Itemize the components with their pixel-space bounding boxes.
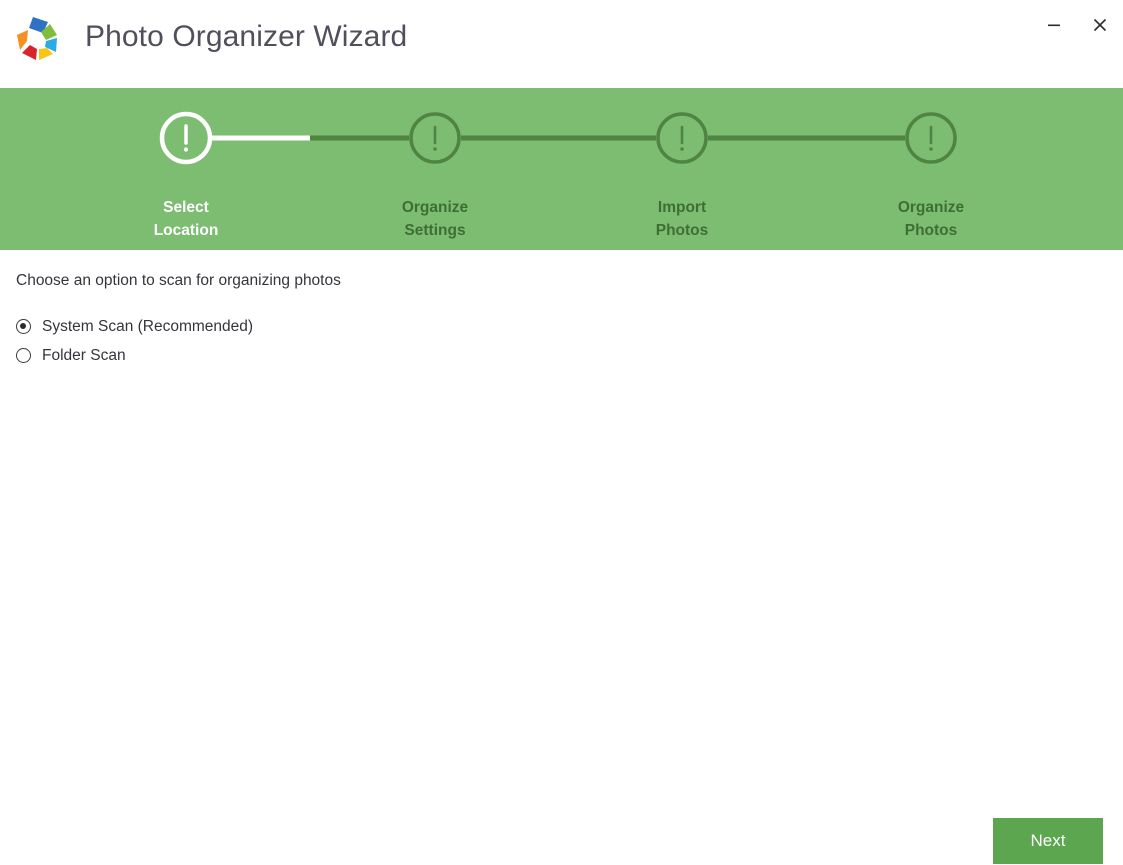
step-label-line1: Organize [897, 199, 965, 216]
step-icon-3 [656, 112, 708, 164]
close-button[interactable] [1077, 3, 1123, 49]
step-icon-4 [905, 112, 957, 164]
window-controls [1031, 0, 1123, 52]
main-content: Choose an option to scan for organizing … [0, 250, 1123, 865]
minimize-icon [1046, 17, 1062, 36]
minimize-button[interactable] [1031, 3, 1077, 49]
step-label-line1: Select [163, 199, 209, 216]
radio-option-system-scan[interactable]: System Scan (Recommended) [16, 312, 253, 341]
step-icon-2 [409, 112, 461, 164]
step-label-line2: Location [153, 222, 219, 239]
step-organize-settings[interactable]: Organize Settings [355, 196, 515, 242]
step-label-line1: Import [657, 199, 707, 216]
step-label-line1: Organize [401, 199, 469, 216]
step-organize-photos[interactable]: Organize Photos [851, 196, 1011, 242]
next-button[interactable]: Next [993, 818, 1103, 864]
hexagon-photo-logo-icon [12, 14, 60, 62]
page-title: Photo Organizer Wizard [85, 20, 408, 53]
title-bar: Photo Organizer Wizard [0, 0, 1123, 88]
step-label-line2: Photos [655, 222, 709, 239]
step-label-line2: Photos [904, 222, 958, 239]
radio-mark-unselected-icon [16, 348, 31, 363]
scan-option-group: System Scan (Recommended) Folder Scan [16, 312, 253, 370]
wizard-stepper: Select Location Organize Settings Import… [0, 88, 1123, 250]
step-import-photos[interactable]: Import Photos [602, 196, 762, 242]
radio-label: System Scan (Recommended) [42, 317, 254, 335]
instruction-text: Choose an option to scan for organizing … [16, 272, 341, 289]
radio-mark-selected-icon [16, 319, 31, 334]
radio-label: Folder Scan [42, 346, 126, 364]
step-icon-1 [159, 111, 213, 165]
close-icon [1092, 17, 1108, 36]
step-select-location[interactable]: Select Location [106, 196, 266, 242]
step-label-line2: Settings [404, 222, 466, 239]
radio-option-folder-scan[interactable]: Folder Scan [16, 341, 253, 370]
